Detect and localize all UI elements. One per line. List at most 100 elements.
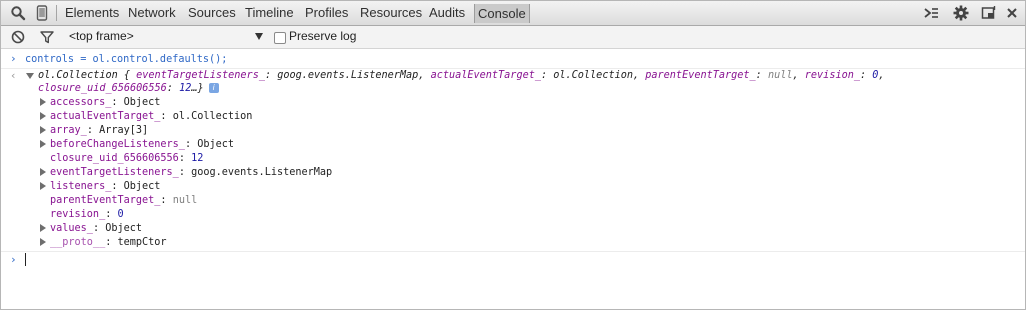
tab-profiles[interactable]: Profiles — [305, 5, 348, 21]
property-value: ol.Collection — [172, 111, 253, 122]
property-key: actualEventTarget_ — [50, 111, 161, 122]
input-prompt-icon: › — [10, 253, 17, 266]
object-type: ol.Collection { — [38, 70, 131, 81]
summary-null: null — [767, 70, 793, 81]
expand-triangle-icon[interactable] — [40, 98, 46, 106]
property-row: revision_: 0 — [50, 208, 124, 221]
property-value: Array[3] — [99, 125, 149, 136]
property-value: tempCtor — [117, 237, 167, 248]
console-output[interactable]: › controls = ol.control.defaults(); ‹ ol… — [1, 49, 1025, 309]
console-input-caret[interactable] — [25, 253, 26, 266]
preserve-log-label[interactable]: Preserve log — [289, 29, 356, 43]
property-value: Object — [123, 181, 161, 192]
property-value: 12 — [191, 153, 204, 164]
property-row: closure_uid_656606556: 12 — [50, 152, 203, 165]
summary-value: : — [755, 70, 768, 81]
property-row: parentEventTarget_: null — [50, 194, 197, 207]
expand-triangle-icon[interactable] — [40, 140, 46, 148]
summary-ellipsis: …} — [191, 83, 204, 94]
summary-separator: , — [792, 70, 805, 81]
property-separator: : — [105, 237, 118, 248]
property-row[interactable]: array_: Array[3] — [50, 124, 148, 137]
summary-separator: , — [878, 70, 885, 81]
preserve-log-checkbox[interactable] — [274, 32, 286, 44]
devtools-toolbar: Elements Network Sources Timeline Profil… — [1, 1, 1025, 26]
property-value: Object — [105, 223, 143, 234]
search-icon[interactable] — [10, 5, 26, 21]
property-row[interactable]: actualEventTarget_: ol.Collection — [50, 110, 252, 123]
property-separator: : — [160, 195, 173, 206]
property-value: Object — [123, 97, 161, 108]
tab-audits[interactable]: Audits — [429, 5, 465, 21]
close-icon[interactable] — [1004, 5, 1020, 21]
property-separator: : — [86, 125, 100, 136]
summary-key: closure_uid_656606556 — [38, 83, 167, 94]
tab-resources[interactable]: Resources — [360, 5, 422, 21]
property-value: null — [172, 195, 198, 206]
summary-number: 12 — [179, 83, 192, 94]
property-value: 0 — [117, 209, 124, 220]
property-key: revision_ — [50, 209, 106, 220]
property-separator: : — [178, 167, 192, 178]
settings-gear-icon[interactable] — [953, 5, 969, 21]
property-row[interactable]: values_: Object — [50, 222, 142, 235]
property-row[interactable]: eventTargetListeners_: goog.events.Liste… — [50, 166, 332, 179]
summary-key: eventTargetListeners_ — [136, 70, 265, 81]
tab-console[interactable]: Console — [474, 4, 530, 23]
object-summary-line2[interactable]: closure_uid_656606556: 12…} i — [38, 82, 219, 95]
tab-sources[interactable]: Sources — [188, 5, 236, 21]
object-summary-line1[interactable]: ol.Collection { eventTargetListeners_: g… — [38, 69, 885, 82]
console-toolbar: <top frame> Preserve log — [1, 26, 1025, 49]
property-key: array_ — [50, 125, 87, 136]
summary-value: : goog.events.ListenerMap, — [264, 70, 431, 81]
property-row[interactable]: accessors_: Object — [50, 96, 160, 109]
summary-key: actualEventTarget_ — [430, 70, 541, 81]
device-mode-icon[interactable] — [34, 5, 50, 21]
filter-icon[interactable] — [39, 29, 55, 45]
chevron-down-icon[interactable] — [255, 33, 263, 40]
property-key: accessors_ — [50, 97, 112, 108]
property-row[interactable]: listeners_: Object — [50, 180, 160, 193]
expand-triangle-icon[interactable] — [40, 112, 46, 120]
frame-select[interactable]: <top frame> — [69, 29, 134, 43]
property-separator: : — [160, 111, 173, 122]
expand-triangle-icon[interactable] — [40, 182, 46, 190]
property-key: closure_uid_656606556 — [50, 153, 179, 164]
property-separator: : — [92, 223, 106, 234]
summary-key: parentEventTarget_ — [645, 70, 756, 81]
summary-key: revision_ — [804, 70, 860, 81]
info-icon[interactable]: i — [208, 83, 219, 93]
input-prompt-icon: › — [10, 52, 17, 65]
message-divider — [1, 251, 1025, 252]
property-separator: : — [184, 139, 198, 150]
property-key: parentEventTarget_ — [50, 195, 161, 206]
tab-network[interactable]: Network — [128, 5, 176, 21]
property-separator: : — [178, 153, 192, 164]
dock-icon[interactable] — [981, 5, 997, 21]
property-value: Object — [197, 139, 235, 150]
property-key: eventTargetListeners_ — [50, 167, 179, 178]
property-separator: : — [111, 181, 124, 192]
tab-elements[interactable]: Elements — [65, 5, 119, 21]
summary-value: : ol.Collection, — [540, 70, 646, 81]
expand-triangle-icon[interactable] — [40, 238, 46, 246]
property-row[interactable]: __proto__: tempCtor — [50, 236, 167, 249]
property-key: beforeChangeListeners_ — [50, 139, 185, 150]
tab-timeline[interactable]: Timeline — [245, 5, 294, 21]
result-prompt-icon: ‹ — [10, 69, 17, 82]
toolbar-divider — [56, 5, 57, 21]
devtools-window: Elements Network Sources Timeline Profil… — [0, 0, 1026, 310]
property-separator: : — [111, 97, 124, 108]
expand-triangle-icon[interactable] — [26, 73, 34, 79]
property-key: __proto__ — [50, 237, 106, 248]
property-separator: : — [105, 209, 118, 220]
expand-triangle-icon[interactable] — [40, 126, 46, 134]
property-row[interactable]: beforeChangeListeners_: Object — [50, 138, 234, 151]
summary-value: : — [859, 70, 873, 81]
drawer-icon[interactable] — [923, 5, 939, 21]
console-command: controls = ol.control.defaults(); — [25, 54, 228, 65]
expand-triangle-icon[interactable] — [40, 224, 46, 232]
expand-triangle-icon[interactable] — [40, 168, 46, 176]
property-key: values_ — [50, 223, 93, 234]
clear-console-icon[interactable] — [10, 29, 26, 45]
